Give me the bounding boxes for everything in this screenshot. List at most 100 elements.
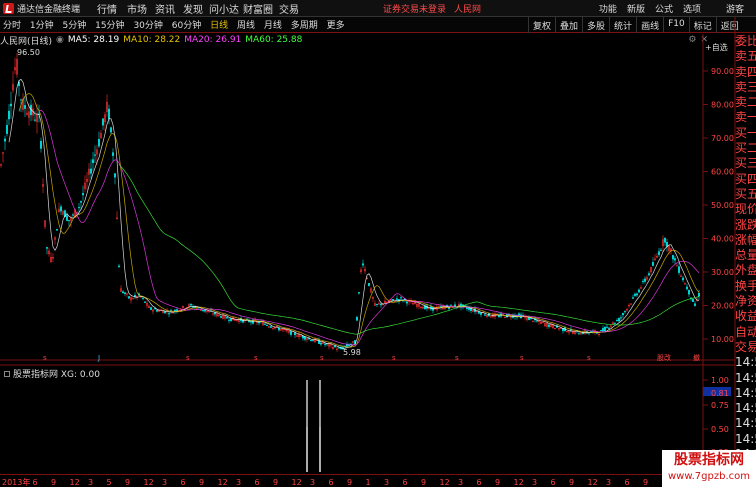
candle-body — [128, 296, 130, 299]
candle-body — [66, 215, 68, 221]
price-axis-label: 10.00 — [711, 335, 734, 344]
candle-body — [648, 273, 650, 276]
candle-body — [358, 292, 360, 294]
candle-body — [632, 297, 634, 299]
event-marker[interactable]: s — [254, 354, 258, 362]
event-marker[interactable]: J — [97, 354, 100, 362]
side-panel-item: 委比 — [735, 34, 756, 48]
candle-body — [694, 303, 696, 306]
candle-body — [362, 263, 364, 266]
candle-body — [194, 306, 196, 308]
side-panel-item: 卖四 — [735, 64, 756, 79]
event-marker[interactable]: s — [520, 354, 524, 362]
candle-body — [608, 327, 610, 329]
candle-body — [150, 307, 152, 310]
candle-body — [20, 99, 22, 101]
time-axis-label: 9 — [51, 478, 56, 487]
indicator-name: 股票指标网 XG: 0.00 — [13, 370, 100, 380]
indicator-axis: 1.000.810.750.500.25 — [703, 376, 731, 457]
candle-body — [602, 328, 604, 332]
candle-body — [606, 326, 608, 328]
candle-body — [638, 289, 640, 293]
candle-body — [536, 320, 538, 322]
candle-body — [380, 303, 382, 306]
candle-body — [230, 318, 232, 322]
side-panel-item: 交易 — [735, 339, 756, 354]
candle-body — [190, 304, 192, 306]
candle-body — [270, 326, 272, 328]
indicator-info: 股票指标网 XG: 0.00 — [4, 367, 100, 380]
candle-body — [278, 327, 280, 331]
candle-body — [676, 265, 678, 267]
side-panel-item: 换手 — [735, 278, 756, 293]
event-marker[interactable]: s — [455, 354, 459, 362]
side-panel-item: 买一 — [735, 125, 756, 140]
candle-body — [294, 332, 296, 336]
candle-body — [616, 320, 618, 322]
candle-body — [518, 313, 520, 316]
time-axis-label: 9 — [569, 478, 574, 487]
candle-body — [376, 303, 378, 305]
time-axis-label: 12 — [588, 478, 598, 487]
time-axis-label: 3 — [384, 478, 389, 487]
candle-body — [642, 280, 644, 282]
time-axis-label: 6 — [403, 478, 408, 487]
candle-body — [548, 324, 550, 327]
side-panel-item: 自动 — [735, 324, 756, 339]
candle-body — [118, 265, 120, 268]
event-marker[interactable]: s — [43, 354, 47, 362]
watermark-title: 股票指标网 — [674, 452, 744, 468]
price-axis: 90.00 80.00 70.00 60.00 50.00 40.00 30.00 20.00… — [703, 67, 734, 344]
event-marker[interactable]: 撤 — [693, 353, 700, 362]
candle-body — [124, 292, 126, 295]
time-axis-label: 9 — [199, 478, 204, 487]
time-axis-label: 12 — [144, 478, 154, 487]
candle-body — [674, 258, 676, 261]
kline-chart[interactable]: 90.00 80.00 70.00 60.00 50.00 40.00 30.00 20.00… — [0, 0, 756, 487]
event-marker[interactable]: s — [320, 354, 324, 362]
candle-body — [264, 323, 266, 325]
candle-body — [614, 322, 616, 324]
candle-body — [484, 314, 486, 316]
time-axis-label: 3 — [162, 478, 167, 487]
event-marker[interactable]: s — [186, 354, 190, 362]
time-axis-label: 12 — [440, 478, 450, 487]
side-panel-item: 总量 — [735, 248, 756, 263]
candle-body — [6, 125, 8, 134]
candle-body — [34, 119, 36, 121]
candle-body — [356, 317, 358, 321]
candle-body — [392, 299, 394, 301]
candle-body — [312, 340, 314, 342]
event-marker[interactable]: s — [587, 354, 591, 362]
candle-body — [688, 289, 690, 295]
time-axis-label: 3 — [310, 478, 315, 487]
candle-body — [134, 295, 136, 297]
auto-select-label[interactable]: +自选 — [705, 42, 728, 52]
watermark: 股票指标网 www.7gpzb.com — [662, 450, 756, 487]
candle-body — [622, 312, 624, 316]
indicator-toggle-icon[interactable] — [4, 370, 10, 377]
candle-body — [250, 321, 252, 323]
candle-body — [324, 343, 326, 345]
candle-body — [290, 330, 292, 335]
ma5-line — [8, 78, 700, 349]
side-panel-item: 14:56 — [735, 385, 756, 400]
event-marker[interactable]: s — [392, 354, 396, 362]
event-marker[interactable]: 股改 — [657, 353, 671, 362]
candle-body — [72, 214, 74, 216]
price-axis-label: 40.00 — [711, 235, 734, 244]
candle-body — [92, 159, 94, 164]
time-axis-label: 9 — [347, 478, 352, 487]
side-panel-item: 14:56 — [735, 401, 756, 416]
time-axis-label: 9 — [125, 478, 130, 487]
side-panel-item: 14:56 — [735, 431, 756, 446]
candle-body — [450, 304, 452, 306]
candle-body — [94, 154, 96, 156]
side-panel-item: 净资 — [735, 294, 756, 309]
candle-body — [226, 317, 228, 319]
time-axis-label: 6 — [551, 478, 556, 487]
candle-body — [698, 293, 700, 297]
indicator-axis-label: 0.75 — [711, 401, 729, 410]
time-axis-label: 6 — [329, 478, 334, 487]
candle-body — [578, 333, 580, 335]
